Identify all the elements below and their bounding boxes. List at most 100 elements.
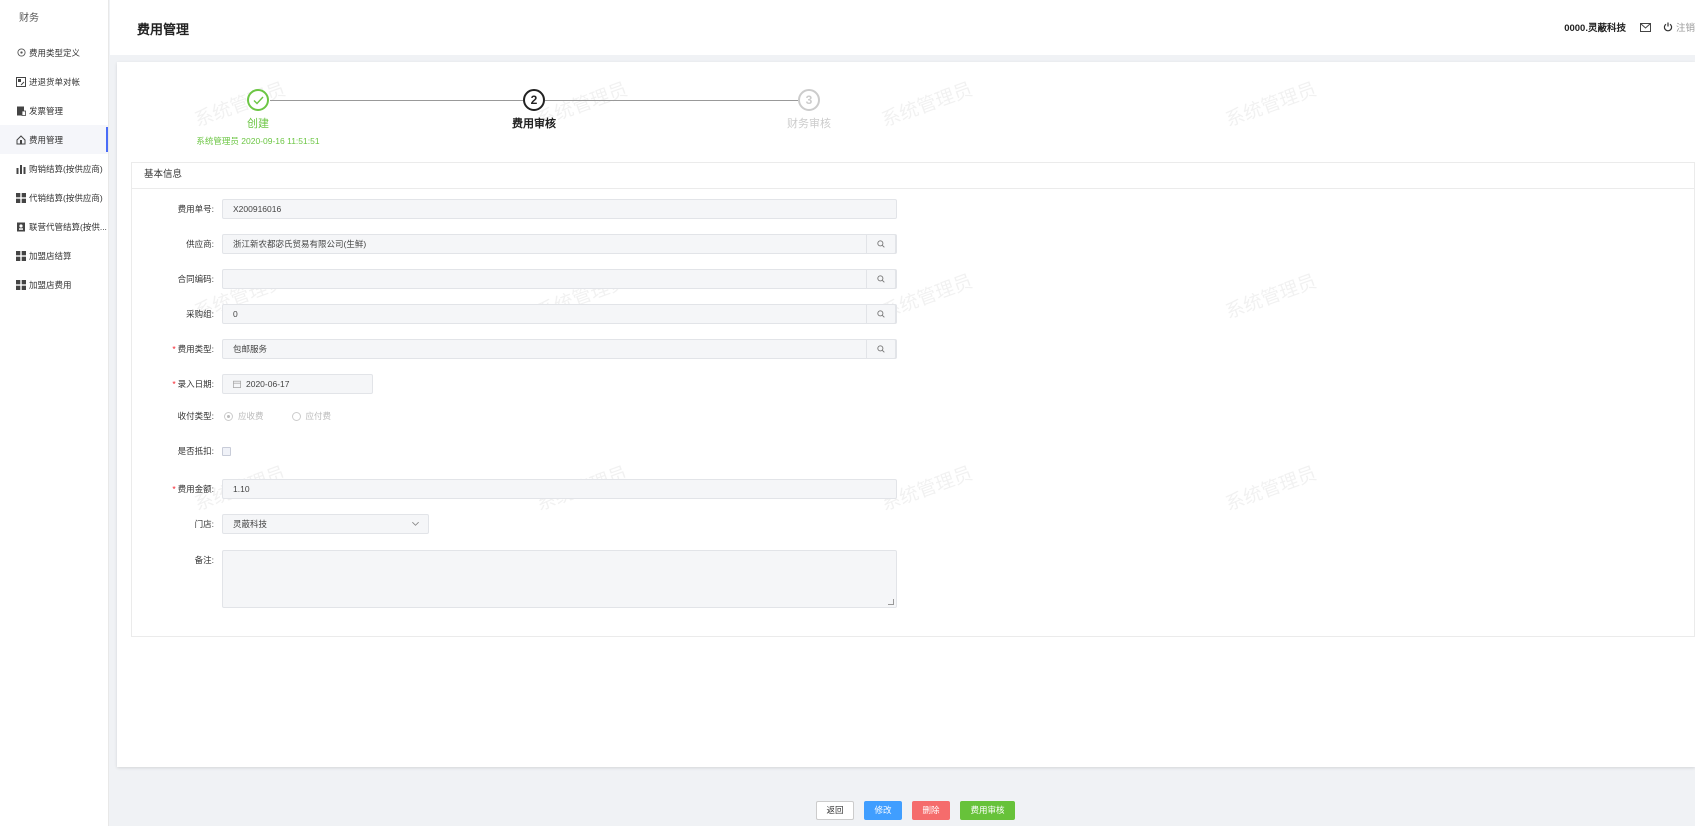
fee-no-value: X200916016	[233, 204, 282, 214]
fee-no-input[interactable]: X200916016	[222, 199, 897, 219]
fee-type-search-button[interactable]	[866, 339, 896, 359]
image-frame-icon	[16, 76, 26, 87]
form-row-entry-date: * 录入日期: 2020-06-17	[132, 374, 373, 394]
header-user-area: 0000.灵蔽科技 注销	[1564, 20, 1695, 34]
chevron-down-icon	[412, 521, 419, 526]
store-select[interactable]: 灵蔽科技	[222, 514, 429, 534]
required-marker: *	[172, 379, 176, 389]
grid-icon	[16, 279, 26, 290]
remark-textarea[interactable]	[222, 550, 897, 608]
radio-receivable[interactable]: 应收费	[224, 410, 264, 422]
step-create: 创建 系统管理员 2020-09-16 11:51:51	[188, 89, 328, 147]
search-icon	[877, 275, 885, 283]
purchase-group-search-button[interactable]	[866, 304, 896, 324]
sidebar-item-order-reconciliation[interactable]: 进退货单对帐	[0, 67, 108, 96]
contract-input[interactable]	[222, 269, 897, 289]
bar-chart-icon	[16, 164, 26, 174]
search-icon	[877, 345, 885, 353]
sidebar-item-consignment-settlement[interactable]: 代销结算(按供应商)	[0, 183, 108, 212]
form-row-contract: 合同编码:	[132, 269, 897, 289]
delete-button[interactable]: 删除	[912, 801, 950, 820]
pay-type-radio-group: 应收费 应付费	[222, 410, 359, 422]
form-row-store: 门店: 灵蔽科技	[132, 514, 429, 534]
step-description: 系统管理员 2020-09-16 11:51:51	[196, 136, 320, 146]
sidebar-item-label: 进退货单对帐	[29, 76, 81, 87]
fee-no-label: 费用单号:	[177, 204, 214, 214]
deduct-checkbox[interactable]	[222, 446, 231, 456]
radio-label: 应付费	[305, 411, 332, 421]
sidebar-item-fee-type-definition[interactable]: 费用类型定义	[0, 38, 108, 67]
sidebar-item-joint-settlement[interactable]: 联营代管结算(按供...	[0, 212, 108, 241]
fee-type-input[interactable]: 包邮服务	[222, 339, 897, 359]
step-fee-audit: 2 费用审核	[464, 89, 604, 131]
back-button[interactable]: 返回	[816, 801, 854, 820]
radio-payable[interactable]: 应付费	[291, 410, 332, 422]
contract-search-button[interactable]	[866, 269, 896, 289]
sidebar-item-fee-management[interactable]: 费用管理	[0, 125, 108, 154]
amount-input[interactable]: 1.10	[222, 479, 897, 499]
power-icon	[1663, 22, 1673, 32]
edit-button[interactable]: 修改	[864, 801, 902, 820]
sidebar-item-invoice-management[interactable]: 发票管理	[0, 96, 108, 125]
pay-type-label: 收付类型:	[177, 411, 214, 421]
fee-type-value: 包邮服务	[233, 344, 268, 354]
basic-info-section: 基本信息 费用单号: X200916016 供应商: 浙江新农都宓氏贸易有限公司…	[131, 162, 1695, 637]
amount-label-text: 费用金额:	[177, 484, 214, 494]
deduct-label: 是否抵扣:	[177, 446, 214, 456]
watermark: 系统管理员	[878, 79, 976, 132]
contact-book-icon	[16, 222, 26, 232]
form-row-deduct: 是否抵扣:	[132, 445, 231, 457]
main-card: 系统管理员 系统管理员 系统管理员 系统管理员 系统管理员 系统管理员 系统管理…	[117, 62, 1695, 767]
invoice-icon	[16, 106, 26, 116]
watermark: 系统管理员	[1222, 79, 1320, 132]
sidebar-item-purchase-settlement[interactable]: 购销结算(按供应商)	[0, 154, 108, 183]
home-icon	[16, 134, 26, 145]
form-row-fee-no: 费用单号: X200916016	[132, 199, 897, 219]
step-title: 费用审核	[512, 118, 556, 130]
store-value: 灵蔽科技	[233, 519, 268, 529]
form-row-amount: * 费用金额: 1.10	[132, 479, 897, 499]
contract-label: 合同编码:	[177, 274, 214, 284]
circle-dot-icon	[16, 48, 26, 58]
radio-dot	[224, 411, 233, 421]
entry-date-value: 2020-06-17	[246, 379, 290, 389]
sidebar: 财务 费用类型定义 进退货单对帐 发票管理 费用管理 购销结算(按供应商) 代销	[0, 0, 109, 826]
sidebar-item-label: 发票管理	[29, 105, 64, 116]
amount-value: 1.10	[233, 484, 250, 494]
entry-date-picker[interactable]: 2020-06-17	[222, 374, 373, 394]
step-finance-audit: 3 财务审核	[739, 89, 879, 131]
form-row-pay-type: 收付类型: 应收费 应付费	[132, 410, 359, 422]
logout-button[interactable]: 注销	[1663, 20, 1695, 34]
store-label: 门店:	[194, 519, 214, 529]
entry-date-label-text: 录入日期:	[177, 379, 214, 389]
required-marker: *	[172, 484, 176, 494]
form-row-remark: 备注:	[132, 550, 897, 608]
page-title: 费用管理	[137, 22, 190, 37]
section-title: 基本信息	[132, 163, 1694, 189]
fee-type-label: * 费用类型:	[132, 343, 222, 355]
form-row-supplier: 供应商: 浙江新农都宓氏贸易有限公司(生鲜)	[132, 234, 897, 254]
step-title: 创建	[247, 118, 269, 130]
logout-label: 注销	[1675, 23, 1695, 34]
sidebar-item-franchise-fees[interactable]: 加盟店费用	[0, 270, 108, 299]
mail-icon[interactable]	[1639, 22, 1651, 32]
purchase-group-input[interactable]: 0	[222, 304, 897, 324]
form-row-purchase-group: 采购组: 0	[132, 304, 897, 324]
required-marker: *	[172, 344, 176, 354]
fee-type-label-text: 费用类型:	[177, 344, 214, 354]
amount-label: * 费用金额:	[132, 483, 222, 495]
fee-audit-button[interactable]: 费用审核	[960, 801, 1015, 820]
radio-label: 应收费	[238, 411, 264, 421]
grid-icon	[16, 192, 26, 203]
step-number: 3	[798, 89, 820, 111]
remark-label: 备注:	[194, 555, 214, 565]
sidebar-item-franchise-settlement[interactable]: 加盟店结算	[0, 241, 108, 270]
supplier-input[interactable]: 浙江新农都宓氏贸易有限公司(生鲜)	[222, 234, 897, 254]
sidebar-heading: 财务	[19, 13, 39, 24]
check-icon	[247, 89, 269, 111]
entry-date-label: * 录入日期:	[132, 378, 222, 390]
supplier-search-button[interactable]	[866, 234, 896, 254]
purchase-group-value: 0	[233, 309, 238, 319]
search-icon	[877, 240, 885, 248]
sidebar-item-label: 购销结算(按供应商)	[29, 163, 103, 174]
